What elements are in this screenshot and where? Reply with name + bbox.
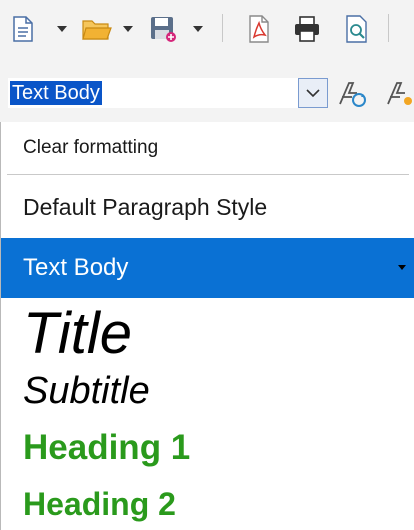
paragraph-style-combo[interactable]: Text Body — [8, 78, 328, 108]
new-document-icon[interactable] — [8, 12, 38, 46]
list-divider — [7, 174, 409, 175]
clear-formatting-item[interactable]: Clear formatting — [1, 133, 414, 163]
paragraph-style-list: Clear formatting Default Paragraph Style… — [0, 122, 414, 530]
chevron-down-icon — [306, 88, 320, 97]
formatting-toolbar: Text Body — [0, 56, 414, 122]
print-preview-icon[interactable] — [342, 12, 372, 46]
style-item-heading-2[interactable]: Heading 2 — [1, 482, 414, 526]
toolbar-separator — [222, 14, 223, 42]
paragraph-style-dropdown-button[interactable] — [298, 78, 328, 108]
style-item-heading-1[interactable]: Heading 1 — [1, 424, 414, 472]
standard-toolbar — [0, 0, 414, 56]
print-icon[interactable] — [290, 12, 324, 46]
save-icon[interactable] — [146, 12, 180, 46]
style-item-text-body[interactable]: Text Body — [1, 238, 414, 298]
chevron-down-icon[interactable] — [398, 265, 406, 270]
save-dropdown-chevron-icon[interactable] — [190, 12, 206, 46]
paragraph-style-input[interactable]: Text Body — [10, 81, 102, 105]
new-style-icon[interactable] — [386, 78, 414, 110]
style-item-subtitle[interactable]: Subtitle — [1, 368, 414, 414]
export-pdf-icon[interactable] — [244, 12, 274, 46]
style-item-default-paragraph[interactable]: Default Paragraph Style — [1, 190, 414, 224]
new-dropdown-chevron-icon[interactable] — [54, 12, 70, 46]
style-item-title[interactable]: Title — [1, 302, 414, 366]
update-style-icon[interactable] — [338, 78, 368, 110]
open-dropdown-chevron-icon[interactable] — [120, 12, 136, 46]
toolbar-separator — [388, 14, 389, 42]
style-item-label: Text Body — [23, 254, 129, 281]
open-folder-icon[interactable] — [80, 12, 114, 46]
